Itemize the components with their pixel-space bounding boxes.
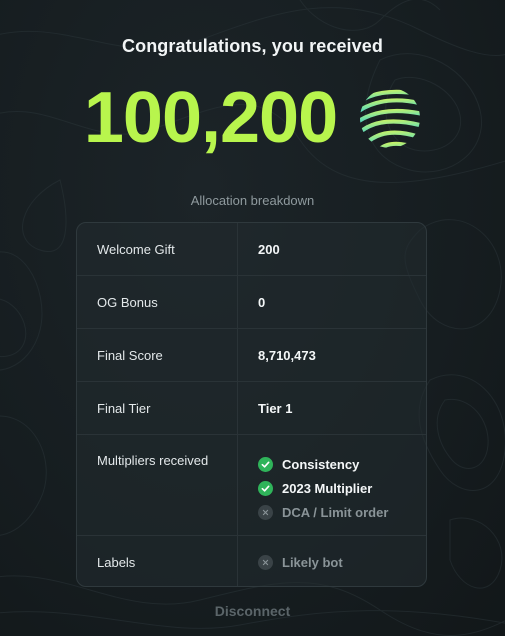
table-row-og-bonus: OG Bonus 0 [77,276,426,329]
row-value: 8,710,473 [258,347,316,363]
table-row-welcome-gift: Welcome Gift 200 [77,223,426,276]
row-value: 200 [258,241,280,257]
row-label: Final Score [77,329,238,381]
multiplier-label: DCA / Limit order [282,504,389,520]
allocation-breakdown-table: Welcome Gift 200 OG Bonus 0 Final Score … [76,222,427,587]
table-row-final-tier: Final Tier Tier 1 [77,382,426,435]
check-circle-icon [258,480,273,496]
x-circle-icon [258,554,273,570]
label-text: Likely bot [282,554,343,570]
label-list: Likely bot [238,536,426,586]
check-circle-icon [258,456,273,472]
row-label: Labels [77,536,238,586]
table-row-final-score: Final Score 8,710,473 [77,329,426,382]
label-item-likely-bot: Likely bot [258,550,343,574]
multiplier-label: 2023 Multiplier [282,480,373,496]
allocation-amount-row: 100,200 [0,78,505,158]
congratulations-title: Congratulations, you received [122,36,383,56]
multiplier-list: Consistency 2023 Multiplier DCA / Limit … [238,435,426,535]
x-circle-icon [258,504,273,520]
multiplier-item-consistency: Consistency [258,452,426,476]
row-value: Tier 1 [258,400,293,416]
multiplier-item-dca-limit: DCA / Limit order [258,500,426,524]
allocation-breakdown-label: Allocation breakdown [190,193,315,208]
row-label: OG Bonus [77,276,238,328]
multiplier-item-2023: 2023 Multiplier [258,476,426,500]
disconnect-button[interactable]: Disconnect [0,603,505,619]
table-row-multipliers: Multipliers received Consistency 2023 Mu… [77,435,426,536]
allocation-amount: 100,200 [83,78,338,158]
table-row-labels: Labels Likely bot [77,536,426,586]
row-value: 0 [258,294,266,310]
row-label: Welcome Gift [77,223,238,275]
row-label: Multipliers received [77,435,238,535]
multiplier-label: Consistency [282,456,360,472]
striped-sphere-token-icon [360,89,421,148]
row-label: Final Tier [77,382,238,434]
